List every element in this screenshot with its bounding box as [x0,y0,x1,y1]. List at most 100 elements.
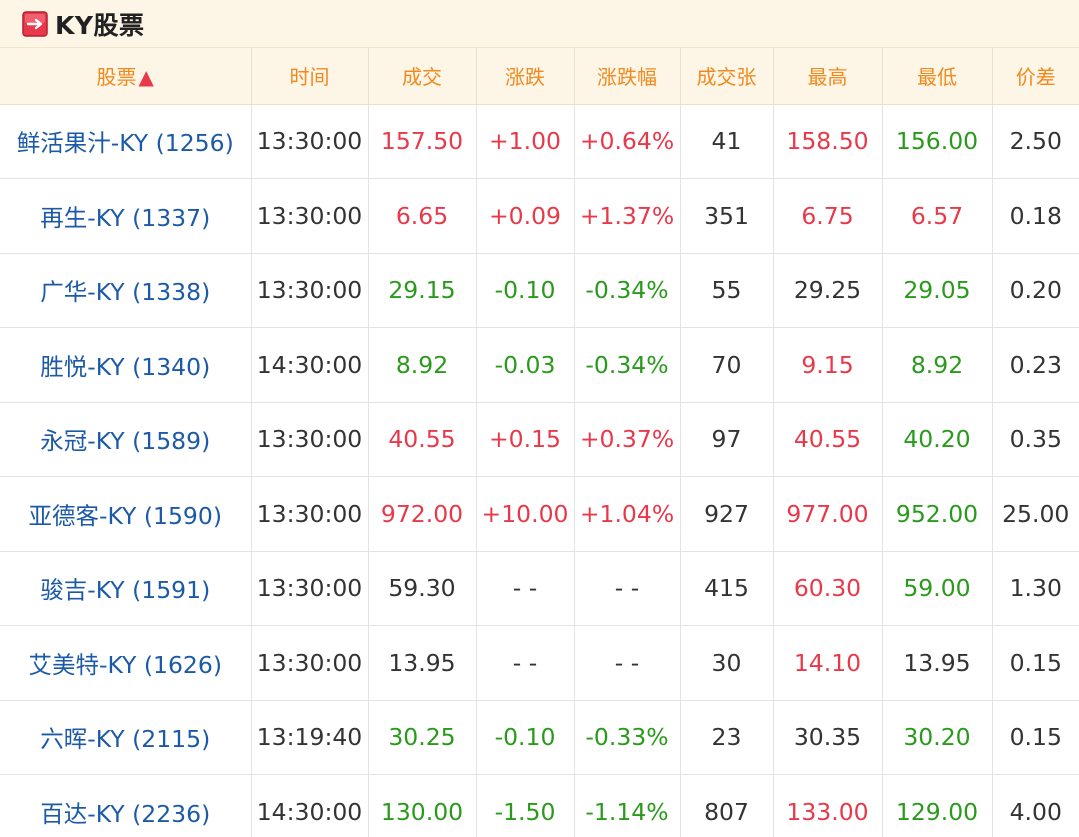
change-pct-cell: -0.34% [574,327,681,403]
column-header-price[interactable]: 成交 [368,48,477,105]
time-cell: 14:30:00 [251,327,369,403]
price-cell: 59.30 [368,551,477,626]
change-cell: +10.00 [476,476,575,552]
stock-name-link[interactable]: 亚德客-KY (1590) [0,476,252,552]
volume-cell: 351 [680,178,774,254]
spread-cell: 0.35 [992,402,1079,477]
low-cell: 13.95 [882,625,993,701]
high-cell: 6.75 [773,178,883,254]
change-pct-cell: -1.14% [574,774,681,837]
column-header-low[interactable]: 最低 [882,48,993,105]
stock-name-link[interactable]: 艾美特-KY (1626) [0,625,252,701]
time-cell: 13:30:00 [251,178,369,254]
spread-cell: 25.00 [992,476,1079,552]
spread-cell: 0.18 [992,178,1079,254]
spread-cell: 0.20 [992,253,1079,328]
stock-name-link[interactable]: 胜悦-KY (1340) [0,327,252,403]
volume-cell: 807 [680,774,774,837]
volume-cell: 70 [680,327,774,403]
stock-name-link[interactable]: 再生-KY (1337) [0,178,252,254]
table-row: 永冠-KY (1589) 13:30:00 40.55 +0.15 +0.37% 97 40… [0,402,1079,477]
stock-name-link[interactable]: 鲜活果汁-KY (1256) [0,104,252,179]
change-pct-cell: +0.37% [574,402,681,477]
high-cell: 29.25 [773,253,883,328]
table-row: 骏吉-KY (1591) 13:30:00 59.30- -- -415 60.30 5… [0,551,1079,626]
change-cell: - - [476,551,575,626]
table-header-row: 股票 ▲ 时间 成交 涨跌 涨跌幅 成交张 最高 最低 价差 [0,48,1079,105]
low-cell: 29.05 [882,253,993,328]
time-cell: 13:30:00 [251,402,369,477]
stock-name-link[interactable]: 骏吉-KY (1591) [0,551,252,626]
sort-ascending-icon: ▲ [138,65,154,90]
price-cell: 13.95 [368,625,477,701]
price-cell: 30.25 [368,700,477,775]
low-cell: 59.00 [882,551,993,626]
high-cell: 977.00 [773,476,883,552]
table-row: 百达-KY (2236) 14:30:00 130.00 -1.50 -1.14% 807… [0,774,1079,837]
change-cell: -0.10 [476,253,575,328]
column-header-time[interactable]: 时间 [251,48,369,105]
page-title: KY股票 [55,10,145,40]
low-cell: 952.00 [882,476,993,552]
high-cell: 133.00 [773,774,883,837]
low-cell: 129.00 [882,774,993,837]
change-pct-cell: -0.34% [574,253,681,328]
low-cell: 6.57 [882,178,993,254]
stock-name-link[interactable]: 永冠-KY (1589) [0,402,252,477]
stock-name-link[interactable]: 广华-KY (1338) [0,253,252,328]
time-cell: 13:19:40 [251,700,369,775]
price-cell: 29.15 [368,253,477,328]
stock-name-link[interactable]: 六晖-KY (2115) [0,700,252,775]
time-cell: 13:30:00 [251,625,369,701]
change-pct-cell: +1.04% [574,476,681,552]
low-cell: 30.20 [882,700,993,775]
column-header-change-pct[interactable]: 涨跌幅 [574,48,681,105]
column-header-stock[interactable]: 股票 ▲ [0,48,252,105]
volume-cell: 30 [680,625,774,701]
price-cell: 157.50 [368,104,477,179]
change-cell: +0.09 [476,178,575,254]
price-cell: 130.00 [368,774,477,837]
high-cell: 9.15 [773,327,883,403]
volume-cell: 23 [680,700,774,775]
stock-name-link[interactable]: 百达-KY (2236) [0,774,252,837]
change-pct-cell: +1.37% [574,178,681,254]
change-cell: +0.15 [476,402,575,477]
ky-stock-table: 股票 ▲ 时间 成交 涨跌 涨跌幅 成交张 最高 最低 价差 鲜活果汁-KY (1… [0,48,1079,837]
table-row: 艾美特-KY (1626) 13:30:00 13.95- -- -30 14.10 1… [0,625,1079,701]
high-cell: 158.50 [773,104,883,179]
red-arrow-box-icon [22,10,48,37]
spread-cell: 0.23 [992,327,1079,403]
table-row: 胜悦-KY (1340) 14:30:00 8.92 -0.03 -0.34% 70 9.1… [0,327,1079,403]
change-cell: -0.10 [476,700,575,775]
change-pct-cell: - - [574,551,681,626]
price-cell: 972.00 [368,476,477,552]
column-header-volume[interactable]: 成交张 [680,48,774,105]
column-header-change[interactable]: 涨跌 [476,48,575,105]
change-pct-cell: +0.64% [574,104,681,179]
change-cell: +1.00 [476,104,575,179]
change-cell: -0.03 [476,327,575,403]
high-cell: 60.30 [773,551,883,626]
time-cell: 13:30:00 [251,476,369,552]
spread-cell: 1.30 [992,551,1079,626]
spread-cell: 2.50 [992,104,1079,179]
column-header-high[interactable]: 最高 [773,48,883,105]
time-cell: 14:30:00 [251,774,369,837]
price-cell: 6.65 [368,178,477,254]
volume-cell: 55 [680,253,774,328]
volume-cell: 415 [680,551,774,626]
time-cell: 13:30:00 [251,104,369,179]
column-header-spread[interactable]: 价差 [992,48,1079,105]
table-row: 亚德客-KY (1590) 13:30:00 972.00 +10.00 +1.04% 9… [0,476,1079,552]
change-pct-cell: -0.33% [574,700,681,775]
change-cell: -1.50 [476,774,575,837]
volume-cell: 41 [680,104,774,179]
time-cell: 13:30:00 [251,253,369,328]
price-cell: 40.55 [368,402,477,477]
high-cell: 30.35 [773,700,883,775]
table-row: 广华-KY (1338) 13:30:00 29.15 -0.10 -0.34% 55 29… [0,253,1079,328]
change-cell: - - [476,625,575,701]
spread-cell: 0.15 [992,700,1079,775]
volume-cell: 97 [680,402,774,477]
